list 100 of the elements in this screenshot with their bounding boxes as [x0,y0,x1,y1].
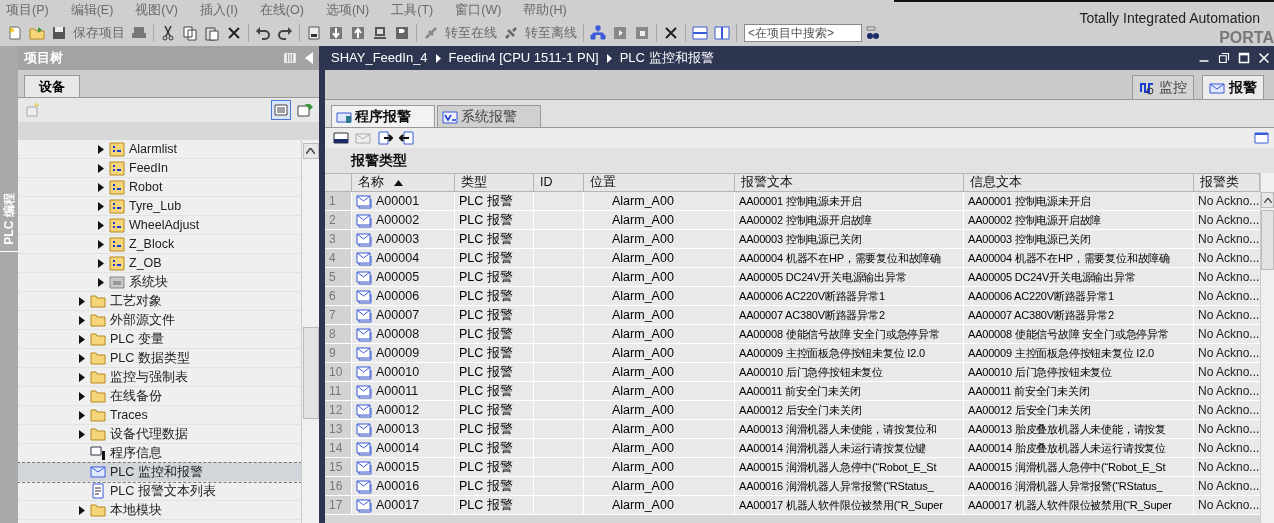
new-project-icon[interactable] [7,25,23,41]
unplug-icon[interactable] [503,25,519,41]
tree-item-label: Z_Block [129,235,175,253]
tree-item[interactable]: 监控与强制表 [18,368,301,387]
menu-item[interactable]: 帮助(H) [523,0,567,20]
tree-item[interactable]: Z_OB [18,254,301,273]
binoculars-icon[interactable] [865,25,881,41]
column-header[interactable]: 信息文本 [964,174,1194,191]
tree-item[interactable]: PLC 变量 [18,330,301,349]
window-settings-icon[interactable] [1254,130,1270,146]
tree-item[interactable]: PLC 报警文本列表 [18,482,301,501]
maximize-icon[interactable] [1238,52,1250,64]
stop-sim-icon[interactable] [634,25,650,41]
column-header[interactable]: 位置 [584,174,735,191]
tree-item-label: 在线备份 [110,387,162,405]
copy-icon[interactable] [182,25,198,41]
table-cell-text: PLC 报警 [459,439,513,457]
export-icon[interactable] [377,130,393,146]
alarm-tab[interactable]: 系统报警 [437,105,541,127]
go-offline-button[interactable]: 转至离线 [522,23,580,43]
scrollbar[interactable] [301,140,319,523]
column-header[interactable]: 类型 [455,174,534,191]
menu-item[interactable]: 工具(T) [391,0,434,20]
close-icon[interactable] [1258,52,1270,64]
go-online-button[interactable]: 转至在线 [442,23,500,43]
tree-item[interactable]: Robot [18,178,301,197]
close-cross-icon[interactable] [663,25,679,41]
tree-item[interactable]: PLC 数据类型 [18,349,301,368]
network-help-icon[interactable] [590,25,606,41]
delete-icon[interactable] [226,25,242,41]
table-cell-text: PLC 报警 [459,382,513,400]
undo-icon[interactable] [255,25,271,41]
menu-item[interactable]: 选项(N) [325,0,370,20]
tree-item[interactable]: Tyre_Lub [18,197,301,216]
table-cell-text: A00016 [376,477,420,495]
tree-item[interactable]: Traces [18,406,301,425]
save-icon[interactable] [51,25,67,41]
download-icon[interactable] [328,25,344,41]
scroll-up-icon[interactable] [1263,197,1272,203]
menu-item[interactable]: 项目(P) [6,0,49,20]
table-cell-text: A00008 [376,325,420,343]
view-tab[interactable]: 报警 [1202,75,1264,99]
restore-icon[interactable] [1218,52,1230,64]
table-export-icon[interactable] [297,102,313,118]
tree-item[interactable]: 设备代理数据 [18,425,301,444]
menu-item[interactable]: 视图(V) [135,0,178,20]
scroll-thumb[interactable] [302,327,319,419]
table-cell-text: PLC 报警 [459,211,513,229]
breadcrumb-item[interactable]: SHAY_FeedIn_4 [331,48,428,68]
column-header[interactable]: ID [534,174,584,191]
tree-tab[interactable]: 设备 [24,75,80,97]
table-cell-text: AA00011 前安全门未关闭 [968,383,1090,399]
print-icon[interactable] [131,25,147,41]
scroll-thumb[interactable] [1261,210,1274,270]
table-cell-text: AA00007 AC380V断路器异常2 [968,307,1114,323]
save-project-button[interactable]: 保存项目 [70,23,128,43]
column-header[interactable]: 名称 [352,174,455,191]
search-field[interactable]: <在项目中搜索> [744,24,862,42]
column-header[interactable]: 报警文本 [735,174,964,191]
tree-item[interactable]: 外部源文件 [18,311,301,330]
table-cell-text: AA00002 控制电源开启故障 [968,212,1102,228]
tree-item[interactable]: 在线备份 [18,387,301,406]
cut-icon[interactable] [160,25,176,41]
scroll-up-icon[interactable] [306,148,315,154]
tree-item[interactable]: PLC 监控和报警 [18,463,301,482]
tree-item-label: PLC 报警文本列表 [110,482,216,500]
menu-item[interactable]: 窗口(W) [455,0,502,20]
device-icon[interactable] [372,25,388,41]
tree-item[interactable]: Alarmlist [18,140,301,159]
scrollbar[interactable] [1260,173,1274,523]
menu-item[interactable]: 编辑(E) [70,0,114,20]
breadcrumb-item[interactable]: PLC 监控和报警 [619,48,714,68]
tree-item[interactable]: Z_Block [18,235,301,254]
tree-item[interactable]: 工艺对象 [18,292,301,311]
compile-icon[interactable] [306,25,322,41]
split-vertical-icon[interactable] [714,25,730,41]
table-cell-text: AA00011 前安全门未关闭 [739,383,861,399]
table-cell-text: No Ackno... [1198,459,1260,476]
table-cell-text: A00010 [376,363,420,381]
split-horizontal-icon[interactable] [692,25,708,41]
section-title: 报警类型 [351,151,407,170]
menu-item[interactable]: 在线(O) [259,0,304,20]
breadcrumb-item[interactable]: Feedin4 [CPU 1511-1 PN] [448,48,599,68]
table-cell-text: No Ackno... [1198,193,1260,210]
tree-item[interactable]: 系统块 [18,273,301,292]
paste-icon[interactable] [204,25,220,41]
table-cell-text: PLC 报警 [459,401,513,419]
alarm-tab[interactable]: 程序报警 [331,105,435,127]
start-sim-icon[interactable] [612,25,628,41]
menu-item[interactable]: 插入(I) [200,0,238,20]
table-cell-text: AA00007 AC380V断路器异常2 [739,307,885,323]
import-icon[interactable] [399,130,415,146]
expand-arrow-icon[interactable] [79,505,85,515]
tree-item[interactable]: FeedIn [18,159,301,178]
row-number: 1 [325,192,352,210]
tree-item[interactable]: WheelAdjust [18,216,301,235]
redo-icon[interactable] [277,25,293,41]
upload-icon[interactable] [350,25,366,41]
view-tab[interactable]: 监控 [1132,75,1194,99]
tree-item[interactable]: 本地模块 [18,501,301,520]
